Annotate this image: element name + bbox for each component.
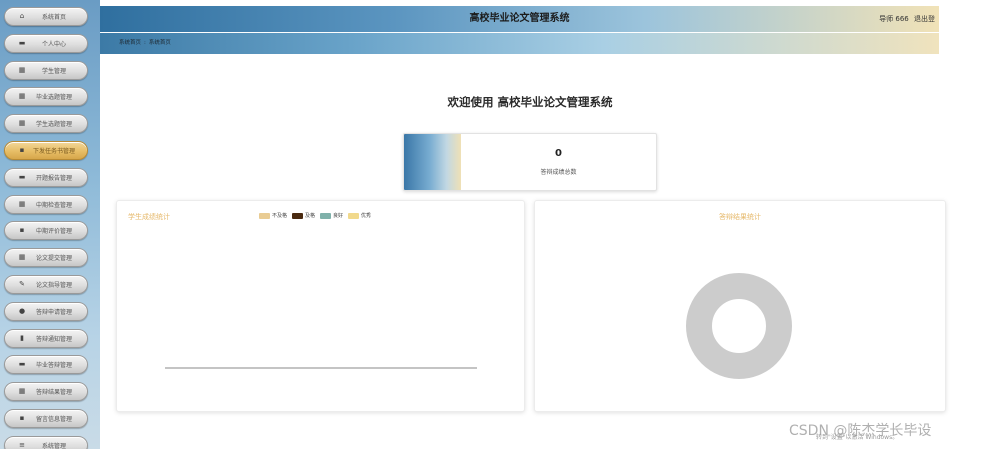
- sidebar-item-label: 下发任务书管理: [32, 148, 75, 155]
- sidebar-item-1[interactable]: ▬ 个人中心: [4, 34, 88, 53]
- grid-icon: ▦: [18, 119, 26, 127]
- grid-icon: ▦: [18, 66, 26, 74]
- breadcrumb-separator: :: [144, 40, 146, 46]
- grid-icon: ▦: [18, 387, 26, 395]
- stat-label: 答辩成绩总数: [540, 169, 577, 176]
- briefcase-icon: ▬: [18, 360, 26, 368]
- sidebar-item-label: 答辩结果管理: [35, 389, 72, 396]
- logout-link[interactable]: 退出登: [914, 15, 935, 23]
- user-info: 导师 666 退出登: [879, 6, 935, 32]
- bar-chart-icon: ▮: [20, 334, 24, 342]
- defense-result-chart-panel: 答辩结果统计: [534, 200, 946, 412]
- sidebar-item-7[interactable]: ▦ 中期检查管理: [4, 195, 88, 214]
- sidebar-item-label: 学生选题管理: [35, 121, 72, 128]
- stat-value: 0: [555, 148, 562, 159]
- card-icon: ▬: [18, 173, 26, 181]
- sidebar-item-label: 中期检查管理: [35, 202, 72, 209]
- sidebar-item-label: 论文提交管理: [35, 255, 72, 262]
- stat-card-accent: [404, 134, 461, 190]
- sidebar-item-label: 留言信息管理: [35, 416, 72, 423]
- grid-icon: ▦: [18, 92, 26, 100]
- sidebar-item-6[interactable]: ▬ 开题报告管理: [4, 168, 88, 187]
- menu-icon: ≡: [19, 441, 25, 449]
- breadcrumb: 系统首页: 系统首页: [119, 33, 171, 54]
- stat-card: 0 答辩成绩总数: [403, 133, 657, 191]
- sidebar-item-4[interactable]: ▦ 学生选题管理: [4, 114, 88, 133]
- sidebar-item-11[interactable]: ● 答辩申请管理: [4, 302, 88, 321]
- sidebar-item-15[interactable]: ▪ 留言信息管理: [4, 409, 88, 428]
- sidebar-item-3[interactable]: ▦ 毕业选题管理: [4, 87, 88, 106]
- sidebar-item-9[interactable]: ▦ 论文提交管理: [4, 248, 88, 267]
- sidebar-item-14[interactable]: ▦ 答辩结果管理: [4, 382, 88, 401]
- sidebar-item-16[interactable]: ≡ 系统管理: [4, 436, 88, 449]
- grid-icon: ▦: [18, 253, 26, 261]
- welcome-heading: 欢迎使用 高校毕业论文管理系统: [447, 95, 613, 109]
- document-icon: ▪: [19, 226, 25, 234]
- sidebar-item-label: 毕业答辩管理: [35, 362, 72, 369]
- sidebar-item-label: 答辩申请管理: [35, 309, 72, 316]
- student-score-chart-panel: 学生成绩统计 不及格 及格 良好 优秀: [116, 200, 525, 412]
- grid-icon: ▦: [18, 200, 26, 208]
- windows-activation-watermark: 转到"设置"以激活 Windows。: [816, 434, 899, 441]
- sidebar-item-label: 开题报告管理: [35, 175, 72, 182]
- sidebar-item-label: 毕业选题管理: [35, 94, 72, 101]
- sidebar-item-label: 学生管理: [41, 68, 66, 75]
- donut-ring: [686, 273, 792, 379]
- breadcrumb-home-link[interactable]: 系统首页: [119, 40, 141, 46]
- sidebar-item-8[interactable]: ▪ 中期评价管理: [4, 221, 88, 240]
- edit-icon: ✎: [19, 280, 25, 288]
- user-name: 导师 666: [879, 15, 909, 23]
- donut-chart-svg: [686, 273, 792, 379]
- sidebar: ⌂ 系统首页 ▬ 个人中心 ▦ 学生管理 ▦ 毕业选题管理 ▦ 学生选题管理 ▪ 下发任务书管理 ▬ 开题…: [0, 0, 100, 449]
- sidebar-item-label: 个人中心: [41, 41, 66, 48]
- sidebar-item-2[interactable]: ▦ 学生管理: [4, 61, 88, 80]
- sidebar-item-label: 系统首页: [41, 14, 66, 21]
- sidebar-item-12[interactable]: ▮ 答辩通知管理: [4, 329, 88, 348]
- sidebar-item-0[interactable]: ⌂ 系统首页: [4, 7, 88, 26]
- location-icon: ●: [18, 307, 26, 315]
- sidebar-item-5[interactable]: ▪ 下发任务书管理: [4, 141, 88, 160]
- sidebar-item-13[interactable]: ▬ 毕业答辩管理: [4, 355, 88, 374]
- bar-chart-svg: [165, 367, 477, 369]
- sidebar-item-label: 论文指导管理: [35, 282, 72, 289]
- breadcrumb-bar: 系统首页: 系统首页: [100, 33, 939, 54]
- sidebar-item-10[interactable]: ✎ 论文指导管理: [4, 275, 88, 294]
- sidebar-item-label: 中期评价管理: [35, 228, 72, 235]
- breadcrumb-current: 系统首页: [148, 40, 171, 46]
- sidebar-item-label: 答辩通知管理: [35, 336, 72, 343]
- sidebar-item-label: 系统管理: [41, 443, 66, 449]
- home-icon: ⌂: [19, 12, 25, 20]
- user-icon: ▬: [18, 39, 26, 47]
- document-icon: ▪: [19, 414, 25, 422]
- document-icon: ▪: [19, 146, 25, 154]
- app-title: 高校毕业论文管理系统: [469, 13, 570, 24]
- top-header: 高校毕业论文管理系统 导师 666 退出登: [100, 6, 939, 32]
